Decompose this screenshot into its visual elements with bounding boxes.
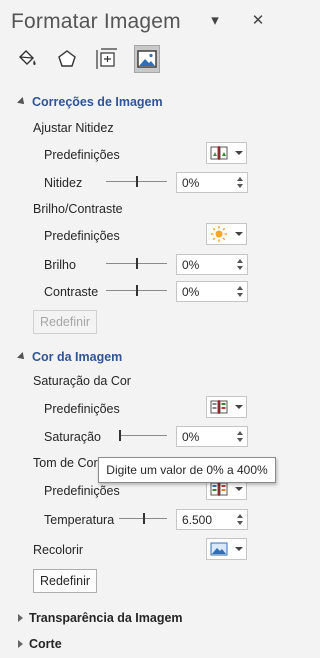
pentagon-icon <box>58 50 76 67</box>
value-range-tooltip: Digite um valor de 0% a 400% <box>98 457 276 483</box>
sun-icon <box>207 225 231 243</box>
color-reset-button[interactable]: Redefinir <box>33 569 97 593</box>
sharpness-value[interactable]: 0% <box>182 176 199 190</box>
size-properties-icon <box>96 48 117 69</box>
saturation-presets-label: Predefinições <box>44 402 120 416</box>
saturation-value[interactable]: 0% <box>182 430 199 444</box>
expand-arrow-icon <box>18 639 23 648</box>
sharpen-presets-label: Predefinições <box>44 148 120 162</box>
recolor-dropdown[interactable] <box>206 538 247 560</box>
tab-effects[interactable] <box>54 45 80 73</box>
bc-presets-dropdown[interactable] <box>206 223 247 245</box>
spin-up-icon[interactable] <box>237 177 243 181</box>
brightness-label: Brilho <box>44 258 76 272</box>
temperature-spinner[interactable]: 6.500 <box>176 509 248 530</box>
spin-up-icon[interactable] <box>237 514 243 518</box>
section-header-color[interactable]: Cor da Imagem <box>17 350 122 364</box>
contrast-spinner[interactable]: 0% <box>176 281 248 302</box>
collapse-arrow-icon <box>17 96 27 107</box>
section-header-transparency[interactable]: Transparência da Imagem <box>18 611 183 625</box>
sharpen-heading: Ajustar Nitidez <box>33 121 114 135</box>
expand-arrow-icon <box>18 613 23 622</box>
saturation-slider-track[interactable] <box>119 435 167 436</box>
contrast-slider-thumb[interactable] <box>136 285 138 296</box>
saturation-presets-dropdown[interactable] <box>206 396 247 418</box>
tab-size-properties[interactable] <box>94 45 120 73</box>
chevron-down-icon <box>235 405 243 409</box>
bc-presets-label: Predefinições <box>44 229 120 243</box>
chevron-down-icon <box>235 487 243 491</box>
picture-icon <box>137 50 157 68</box>
close-icon[interactable]: ✕ <box>249 12 267 30</box>
brightness-value[interactable]: 0% <box>182 258 199 272</box>
saturation-preset-icon <box>207 398 231 416</box>
spin-down-icon[interactable] <box>237 521 243 525</box>
saturation-slider-thumb[interactable] <box>119 430 121 441</box>
contrast-label: Contraste <box>44 285 99 299</box>
spin-down-icon[interactable] <box>237 266 243 270</box>
chevron-down-icon <box>235 151 243 155</box>
brightness-slider-thumb[interactable] <box>136 258 138 269</box>
section-header-corrections[interactable]: Correções de Imagem <box>17 95 163 109</box>
tone-heading: Tom de Cor <box>33 456 98 470</box>
spin-down-icon[interactable] <box>237 293 243 297</box>
paint-bucket-icon <box>19 50 36 65</box>
spin-up-icon[interactable] <box>237 286 243 290</box>
sharpness-label: Nitidez <box>44 176 83 190</box>
temperature-label: Temperatura <box>44 513 115 527</box>
pane-options-dropdown[interactable]: ▾ <box>206 12 224 30</box>
saturation-spinner[interactable]: 0% <box>176 426 248 447</box>
chevron-down-icon <box>235 232 243 236</box>
contrast-value[interactable]: 0% <box>182 285 199 299</box>
sharpness-slider-thumb[interactable] <box>136 176 138 187</box>
picture-icon <box>207 540 231 558</box>
recolor-label: Recolorir <box>33 543 84 557</box>
sharpen-presets-dropdown[interactable] <box>206 142 247 164</box>
temperature-value[interactable]: 6.500 <box>182 513 212 527</box>
brightness-contrast-heading: Brilho/Contraste <box>33 202 123 216</box>
temperature-slider-thumb[interactable] <box>143 513 145 524</box>
tab-picture[interactable] <box>134 45 160 73</box>
corrections-reset-button[interactable]: Redefinir <box>33 310 97 334</box>
collapse-arrow-icon <box>17 351 27 362</box>
chevron-down-icon <box>235 547 243 551</box>
pane-title: Formatar Imagem <box>11 10 181 33</box>
tab-fill-line[interactable] <box>14 45 40 73</box>
spin-down-icon[interactable] <box>237 184 243 188</box>
spin-down-icon[interactable] <box>237 438 243 442</box>
tone-presets-label: Predefinições <box>44 484 120 498</box>
brightness-spinner[interactable]: 0% <box>176 254 248 275</box>
section-header-crop[interactable]: Corte <box>18 637 62 651</box>
spin-up-icon[interactable] <box>237 431 243 435</box>
saturation-heading: Saturação da Cor <box>33 374 131 388</box>
saturation-label: Saturação <box>44 430 101 444</box>
spin-up-icon[interactable] <box>237 259 243 263</box>
sharpness-spinner[interactable]: 0% <box>176 172 248 193</box>
sharpen-preset-icon <box>207 144 231 162</box>
